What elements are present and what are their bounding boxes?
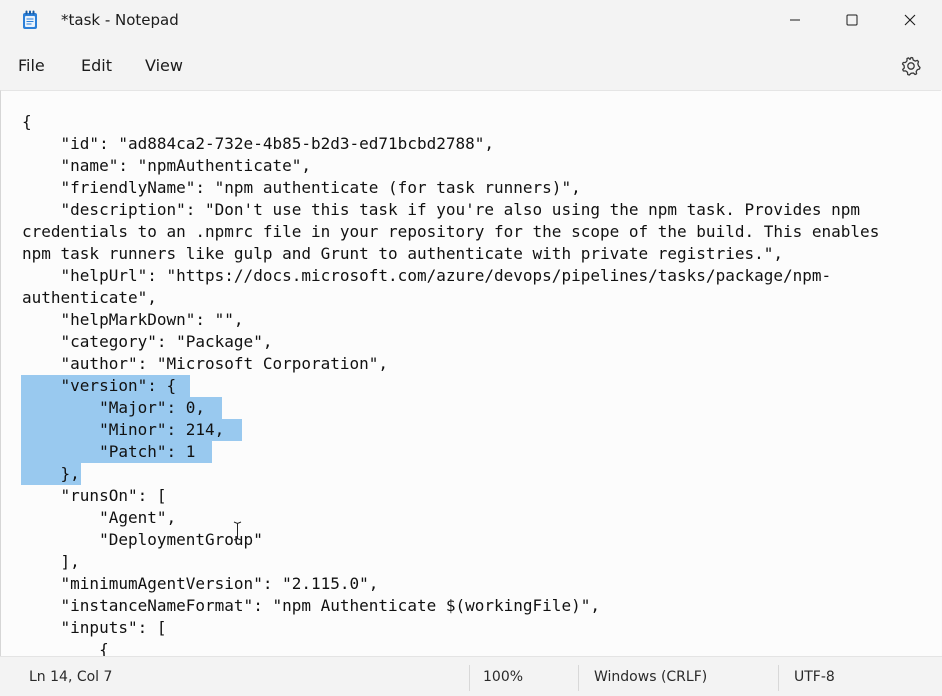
zoom-level: 100%	[483, 669, 524, 685]
text-line: "inputs": [	[22, 618, 167, 637]
status-divider	[778, 665, 779, 691]
encoding: UTF-8	[794, 669, 835, 685]
cursor-position: Ln 14, Col 7	[29, 669, 113, 685]
text-line: "Agent",	[22, 508, 177, 527]
text-line: ],	[22, 552, 80, 571]
gear-icon[interactable]	[899, 54, 923, 78]
text-line: "runsOn": [	[22, 486, 167, 505]
text-line: "author": "Microsoft Corporation",	[22, 354, 389, 373]
text-line: "instanceNameFormat": "npm Authenticate …	[22, 596, 600, 615]
window-title: *task - Notepad	[61, 11, 179, 29]
text-line: "helpMarkDown": "",	[22, 310, 244, 329]
status-divider	[469, 665, 470, 691]
text-line: "friendlyName": "npm authenticate (for t…	[22, 178, 581, 197]
text-line: "Major": 0,	[22, 398, 206, 417]
text-editor[interactable]: { "id": "ad884ca2-732e-4b85-b2d3-ed71bcb…	[0, 90, 941, 657]
text-line: "version": {	[22, 376, 177, 395]
close-button[interactable]	[880, 0, 939, 40]
minimize-icon	[789, 19, 800, 21]
line-ending: Windows (CRLF)	[594, 669, 708, 685]
notepad-app-icon	[23, 10, 37, 29]
text-line: "helpUrl": "https://docs.microsoft.com/a…	[22, 266, 832, 285]
text-line: "id": "ad884ca2-732e-4b85-b2d3-ed71bcbd2…	[22, 134, 495, 153]
text-line: "category": "Package",	[22, 332, 273, 351]
title-bar[interactable]: *task - Notepad	[0, 0, 942, 40]
text-line: {	[22, 112, 32, 131]
notepad-window: *task - Notepad File Edit View { "id": "…	[0, 0, 942, 696]
menu-bar: File Edit View	[0, 40, 942, 90]
close-icon	[904, 14, 915, 26]
text-line: "minimumAgentVersion": "2.115.0",	[22, 574, 379, 593]
menu-edit[interactable]: Edit	[81, 56, 112, 75]
text-line: npm task runners like gulp and Grunt to …	[22, 244, 783, 263]
menu-file[interactable]: File	[18, 56, 45, 75]
maximize-button[interactable]	[822, 0, 881, 40]
menu-view[interactable]: View	[145, 56, 183, 75]
text-line: credentials to an .npmrc file in your re…	[22, 222, 880, 241]
text-line: "DeploymentGroup"	[22, 530, 263, 549]
text-line: "description": "Don't use this task if y…	[22, 200, 861, 219]
minimize-button[interactable]	[765, 0, 824, 40]
status-bar: Ln 14, Col 7 100% Windows (CRLF) UTF-8	[0, 656, 942, 696]
text-line: {	[22, 640, 109, 657]
text-line: "Minor": 214,	[22, 420, 225, 439]
text-cursor-icon	[233, 521, 242, 541]
status-divider	[578, 665, 579, 691]
text-line: authenticate",	[22, 288, 157, 307]
maximize-icon	[846, 14, 857, 26]
text-line: "name": "npmAuthenticate",	[22, 156, 311, 175]
text-line: "Patch": 1	[22, 442, 196, 461]
text-line: },	[22, 464, 80, 483]
